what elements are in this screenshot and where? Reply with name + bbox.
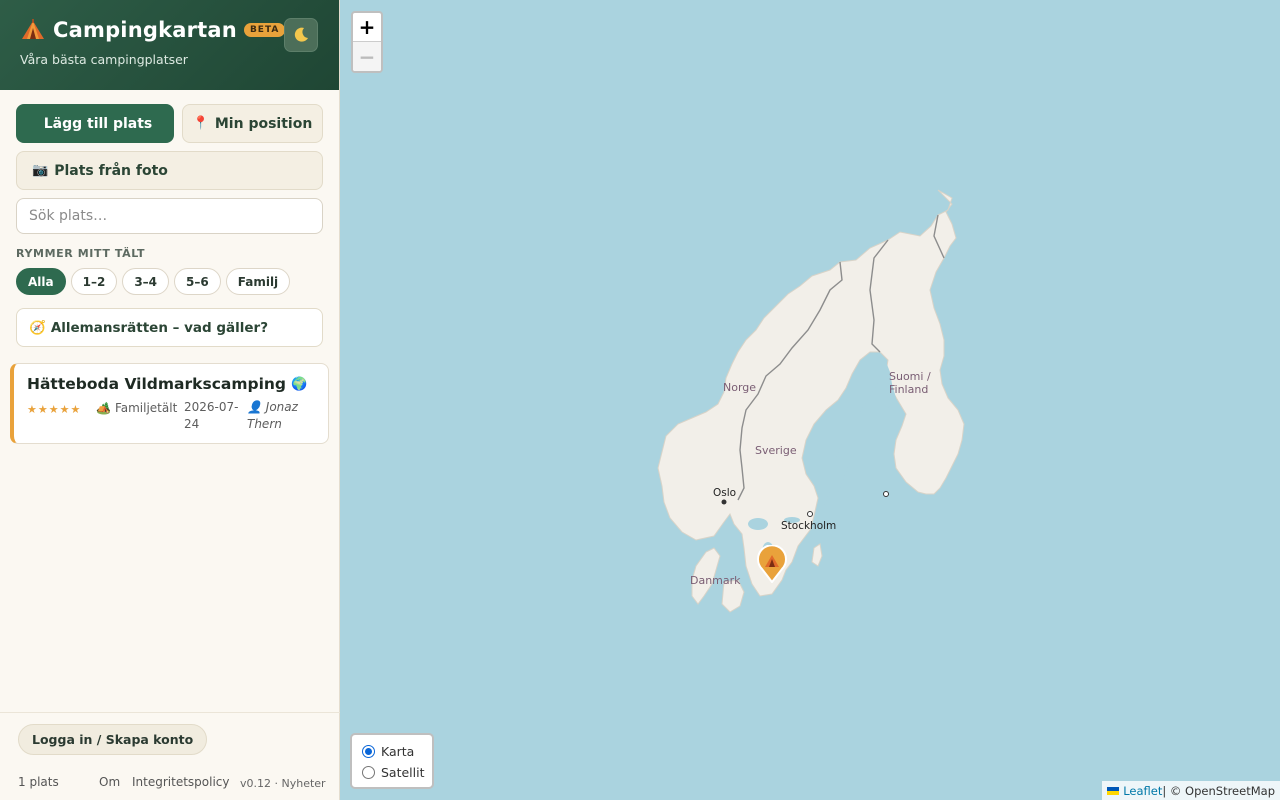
sidebar-footer: Logga in / Skapa konto 1 plats Om Integr… xyxy=(0,712,340,800)
my-position-button[interactable]: 📍 Min position xyxy=(182,104,323,143)
beta-badge: BETA xyxy=(243,23,286,37)
satellite-layer-radio[interactable] xyxy=(362,766,375,779)
privacy-link[interactable]: Integritetspolicy xyxy=(132,775,230,789)
globe-icon: 🌍 xyxy=(291,376,308,392)
about-link[interactable]: Om xyxy=(99,775,120,789)
camera-icon: 📷 xyxy=(32,163,49,178)
layer-option-satellite[interactable]: Satellit xyxy=(362,762,432,783)
login-button[interactable]: Logga in / Skapa konto xyxy=(18,724,208,755)
theme-toggle-button[interactable] xyxy=(284,18,318,52)
moon-icon xyxy=(294,27,308,42)
filter-chip-5-6[interactable]: 5–6 xyxy=(174,268,221,295)
search-input[interactable] xyxy=(16,198,323,234)
app-title: Campingkartan xyxy=(53,18,237,42)
map-label-finland-1: Suomi / xyxy=(889,370,931,383)
place-count: 1 plats xyxy=(18,775,59,789)
map-label-oslo: Oslo xyxy=(713,487,736,499)
layer-switcher: Karta Satellit xyxy=(350,733,434,789)
zoom-control: + − xyxy=(351,11,383,73)
user-icon: 👤 xyxy=(247,400,262,414)
map-layer-radio[interactable] xyxy=(362,745,375,758)
map-label-denmark: Danmark xyxy=(690,574,741,587)
filter-chip-1-2[interactable]: 1–2 xyxy=(70,268,118,295)
add-place-label: Lägg till plats xyxy=(43,115,153,132)
compass-icon: 🧭 xyxy=(29,319,46,336)
tent-size-filter: Alla 1–2 3–4 5–6 Familj xyxy=(16,268,291,295)
zoom-out-button[interactable]: − xyxy=(353,42,381,71)
tent-logo-icon xyxy=(22,19,44,39)
campsite-marker[interactable] xyxy=(756,545,788,583)
my-position-label: Min position xyxy=(214,115,313,132)
rating-stars: ★★★★★ xyxy=(27,403,82,416)
map-tiles: Norge Sverige Suomi / Finland Oslo Stock… xyxy=(657,189,965,613)
filter-chip-all[interactable]: Alla xyxy=(16,268,66,295)
tent-type: Familjetält xyxy=(114,401,178,415)
app-subtitle: Våra bästa campingplatser xyxy=(20,52,188,67)
map-layer-label: Karta xyxy=(381,744,415,759)
camping-icon: 🏕️ xyxy=(96,401,111,415)
sidebar: Campingkartan BETA Våra bästa campingpla… xyxy=(0,0,340,800)
zoom-in-button[interactable]: + xyxy=(353,13,381,42)
place-name: Hätteboda Vildmarkscamping xyxy=(27,375,287,393)
place-from-photo-button[interactable]: 📷 Plats från foto xyxy=(16,151,323,190)
tent-size-filter-label: RYMMER MITT TÄLT xyxy=(16,247,146,260)
place-from-photo-label: Plats från foto xyxy=(54,162,168,179)
osm-attribution: | © OpenStreetMap xyxy=(1162,783,1275,798)
allemansratten-button[interactable]: 🧭 Allemansrätten – vad gäller? xyxy=(16,308,323,347)
ukraine-flag-icon xyxy=(1107,786,1120,795)
app-header: Campingkartan BETA Våra bästa campingpla… xyxy=(0,0,339,90)
map-attribution: Leaflet | © OpenStreetMap xyxy=(1102,781,1280,800)
map[interactable]: Norge Sverige Suomi / Finland Oslo Stock… xyxy=(340,0,1280,800)
allemansratten-label: Allemansrätten – vad gäller? xyxy=(50,319,269,336)
pin-icon: 📍 xyxy=(192,116,209,131)
map-label-stockholm: Stockholm xyxy=(781,520,836,532)
map-label-finland-2: Finland xyxy=(889,383,928,396)
place-card[interactable]: Hätteboda Vildmarkscamping 🌍 ★★★★★ 🏕️ Fa… xyxy=(10,363,329,444)
map-label-norway: Norge xyxy=(723,381,756,394)
satellite-layer-label: Satellit xyxy=(381,765,425,780)
place-date: 2026-07-24 xyxy=(184,400,239,431)
filter-chip-3-4[interactable]: 3–4 xyxy=(122,268,170,295)
version-news-link[interactable]: v0.12 · Nyheter xyxy=(240,777,326,790)
add-place-button[interactable]: Lägg till plats xyxy=(16,104,174,143)
leaflet-link[interactable]: Leaflet xyxy=(1123,784,1162,798)
filter-chip-family[interactable]: Familj xyxy=(225,268,291,295)
layer-option-map[interactable]: Karta xyxy=(362,741,432,762)
map-label-sweden: Sverige xyxy=(755,444,797,457)
